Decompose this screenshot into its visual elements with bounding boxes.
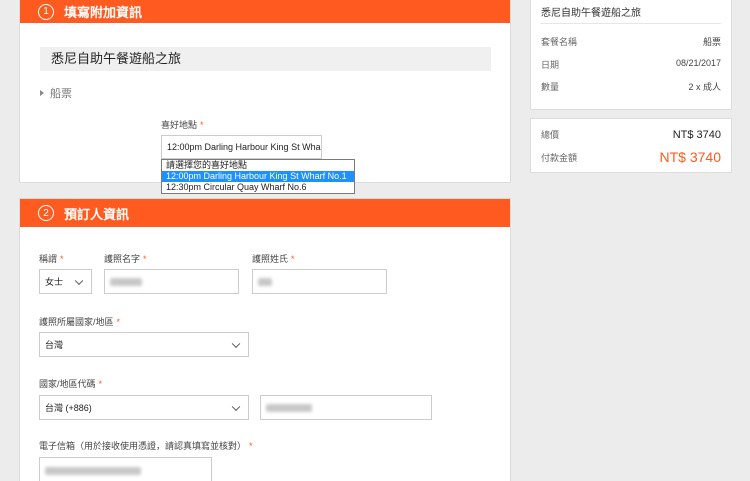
summary-title: 悉尼自助午餐遊船之旅 [541, 8, 641, 19]
total-card: 總價 NT$ 3740 付款金額 NT$ 3740 [530, 118, 732, 173]
additional-info-card: 1 填寫附加資訊 悉尼自助午餐遊船之旅 船票 喜好地點 * 12:00pm Dar… [19, 0, 511, 183]
additional-info-header: 1 填寫附加資訊 [20, 0, 510, 23]
section-title: 填寫附加資訊 [64, 5, 143, 20]
dropdown-option-placeholder[interactable]: 請選擇您的喜好地點 [162, 160, 354, 171]
product-name-bar: 悉尼自助午餐遊船之旅 [40, 47, 491, 71]
phone-number-input[interactable] [260, 395, 432, 420]
phone-code-select[interactable]: 台灣 (+886) [39, 395, 249, 420]
last-name-input[interactable] [252, 269, 387, 294]
redacted-text [258, 277, 272, 286]
section-title: 預訂人資訊 [64, 206, 130, 222]
first-name-input[interactable] [104, 269, 239, 294]
caret-right-icon [40, 90, 44, 96]
summary-row-date: 日期 08/21/2017 [541, 58, 721, 70]
booker-info-header: 2 預訂人資訊 [20, 199, 510, 227]
summary-row-package: 套餐名稱 船票 [541, 37, 721, 47]
step-number-1: 1 [38, 3, 54, 20]
location-dropdown-list: 請選擇您的喜好地點 12:00pm Darling Harbour King S… [161, 159, 355, 194]
pay-amount-row: 付款金額 NT$ 3740 [541, 149, 721, 165]
chevron-down-icon [231, 402, 241, 411]
location-select[interactable]: 12:00pm Darling Harbour King St Wharf [161, 135, 322, 159]
last-name-label: 護照姓氏 * [252, 254, 295, 264]
country-label: 護照所屬國家/地區 * [39, 317, 121, 327]
summary-divider [541, 23, 721, 24]
country-select[interactable]: 台灣 [39, 332, 249, 357]
ticket-toggle[interactable]: 船票 [40, 85, 72, 101]
location-label: 喜好地點 * [161, 120, 204, 130]
ticket-toggle-label: 船票 [50, 88, 72, 100]
email-input[interactable] [39, 457, 212, 481]
summary-row-quantity: 數量 2 x 成人 [541, 82, 721, 92]
total-row: 總價 NT$ 3740 [541, 128, 721, 141]
redacted-text [110, 277, 142, 286]
chevron-down-icon [231, 339, 241, 348]
phone-code-label: 國家/地區代碼 * [39, 379, 103, 389]
dropdown-option-circular-quay[interactable]: 12:30pm Circular Quay Wharf No.6 [162, 182, 354, 193]
order-summary-card: 悉尼自助午餐遊船之旅 套餐名稱 船票 日期 08/21/2017 數量 2 x 成人 [530, 0, 732, 110]
redacted-text [45, 466, 141, 475]
salutation-select[interactable]: 女士 [39, 269, 92, 294]
dropdown-option-darling-harbour[interactable]: 12:00pm Darling Harbour King St Wharf No… [162, 171, 354, 182]
chevron-down-icon [74, 276, 84, 285]
first-name-label: 護照名字 * [104, 254, 147, 264]
salutation-label: 稱謂 * [39, 254, 64, 264]
booker-info-card: 2 預訂人資訊 稱謂 * 女士 護照名字 * 護照姓氏 * 護照所屬國家/地區 * 台灣… [19, 198, 511, 481]
email-label: 電子信箱（用於接收使用憑證，請認真填寫並核對） * [39, 441, 253, 451]
redacted-text [266, 403, 312, 412]
step-number-2: 2 [38, 205, 54, 221]
